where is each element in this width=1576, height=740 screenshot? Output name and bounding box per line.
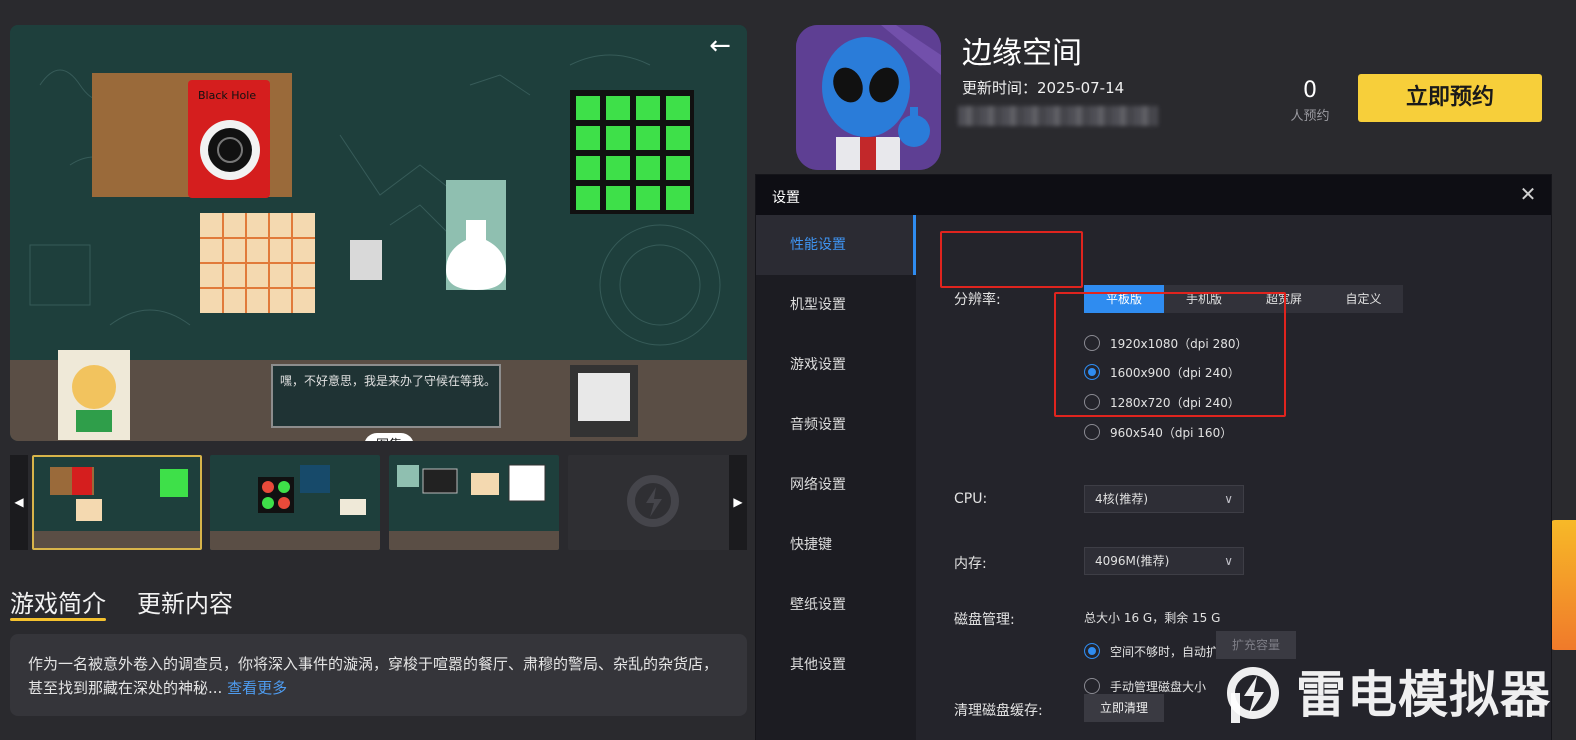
thumbnail-2[interactable]	[210, 455, 380, 550]
caret-left-icon[interactable]: ◀	[10, 455, 28, 550]
clear-now-button[interactable]: 立即清理	[1084, 694, 1164, 722]
side-banner[interactable]	[1549, 520, 1576, 650]
update-time: 更新时间：2025-07-14	[962, 79, 1125, 97]
caret-right-icon[interactable]: ▶	[729, 455, 747, 550]
game-screenshot: Black Hole 嘿，不好意思，我是来办了守候在等我。	[10, 25, 747, 441]
cpu-select[interactable]: 4核(推荐) ∨	[1084, 485, 1244, 513]
settings-dialog: 设置 ✕ 性能设置 机型设置 游戏设置 音频设置 网络设置 快捷键 壁纸设置 其…	[756, 175, 1551, 740]
resolution-mode-ultrawide[interactable]: 超宽屏	[1244, 285, 1324, 313]
intro-text: 作为一名被意外卷入的调查员，你将深入事件的漩涡，穿梭于喧嚣的餐厅、肃穆的警局、杂…	[28, 655, 719, 697]
app-icon	[796, 25, 941, 170]
nav-item-audio[interactable]: 音频设置	[756, 395, 916, 455]
tab-game-intro[interactable]: 游戏简介	[10, 584, 106, 621]
dialog-header: 设置 ✕	[756, 175, 1551, 215]
cpu-label: CPU:	[954, 491, 988, 507]
nav-item-performance[interactable]: 性能设置	[756, 215, 916, 275]
radio-unchecked	[1084, 335, 1100, 351]
nav-item-other[interactable]: 其他设置	[756, 635, 916, 695]
thumbnail-strip: ◀ ▶	[10, 455, 747, 550]
scene-dialog-text: 嘿，不好意思，我是来办了守候在等我。	[280, 373, 496, 388]
intro-box: 作为一名被意外卷入的调查员，你将深入事件的漩涡，穿梭于喧嚣的餐厅、肃穆的警局、杂…	[10, 634, 747, 716]
memory-select[interactable]: 4096M(推荐) ∨	[1084, 547, 1244, 575]
gallery-hero[interactable]: Black Hole 嘿，不好意思，我是来办了守候在等我。 ← 图集	[10, 25, 747, 441]
thumbnail-4[interactable]	[568, 455, 738, 550]
close-icon[interactable]: ✕	[1517, 183, 1539, 205]
disk-info: 总大小 16 G，剩余 15 G	[1084, 611, 1221, 625]
resolution-mode-custom[interactable]: 自定义	[1324, 285, 1403, 313]
watermark-text: 雷电模拟器	[1296, 666, 1551, 724]
settings-content: 分辨率: 平板版 手机版 超宽屏 自定义 1920x1080（dpi 280） …	[916, 215, 1551, 740]
settings-nav: 性能设置 机型设置 游戏设置 音频设置 网络设置 快捷键 壁纸设置 其他设置	[756, 215, 916, 740]
resolution-mode-tablet[interactable]: 平板版	[1084, 285, 1164, 313]
nav-item-network[interactable]: 网络设置	[756, 455, 916, 515]
dialog-title: 设置	[772, 190, 800, 206]
disk-label: 磁盘管理:	[954, 612, 1015, 628]
card-text: Black Hole	[198, 89, 256, 102]
resolution-label: 分辨率:	[954, 292, 1001, 308]
radio-checked	[1084, 643, 1100, 659]
memory-label: 内存:	[954, 556, 987, 572]
nav-item-shortcuts[interactable]: 快捷键	[756, 515, 916, 575]
arrow-left-icon[interactable]: ←	[705, 33, 735, 59]
radio-unchecked	[1084, 678, 1100, 694]
reserve-count: 0	[1303, 78, 1317, 103]
clear-cache-label: 清理磁盘缓存:	[954, 703, 1043, 719]
chevron-down-icon: ∨	[1224, 554, 1233, 568]
thumbnail-3[interactable]	[389, 455, 559, 550]
see-more-link[interactable]: 查看更多	[227, 679, 287, 697]
radio-unchecked	[1084, 394, 1100, 410]
radio-checked	[1084, 364, 1100, 380]
alien-icon	[796, 25, 941, 170]
placeholder-logo-icon	[568, 455, 738, 550]
reserve-label: 人预约	[1290, 109, 1330, 124]
expand-capacity-button[interactable]: 扩充容量	[1216, 631, 1296, 659]
nav-item-game[interactable]: 游戏设置	[756, 335, 916, 395]
nav-item-wallpaper[interactable]: 壁纸设置	[756, 575, 916, 635]
chevron-down-icon: ∨	[1224, 492, 1233, 506]
blurred-info	[958, 106, 1158, 126]
gallery-button[interactable]: 图集	[364, 433, 414, 441]
reserve-button[interactable]: 立即预约	[1358, 74, 1542, 122]
lightning-logo-icon	[1227, 667, 1279, 723]
thumbnail-1[interactable]	[32, 455, 202, 550]
game-title: 边缘空间	[962, 36, 1082, 71]
nav-item-device-model[interactable]: 机型设置	[756, 275, 916, 335]
radio-unchecked	[1084, 424, 1100, 440]
resolution-mode-phone[interactable]: 手机版	[1164, 285, 1244, 313]
tab-update-content[interactable]: 更新内容	[137, 584, 233, 619]
